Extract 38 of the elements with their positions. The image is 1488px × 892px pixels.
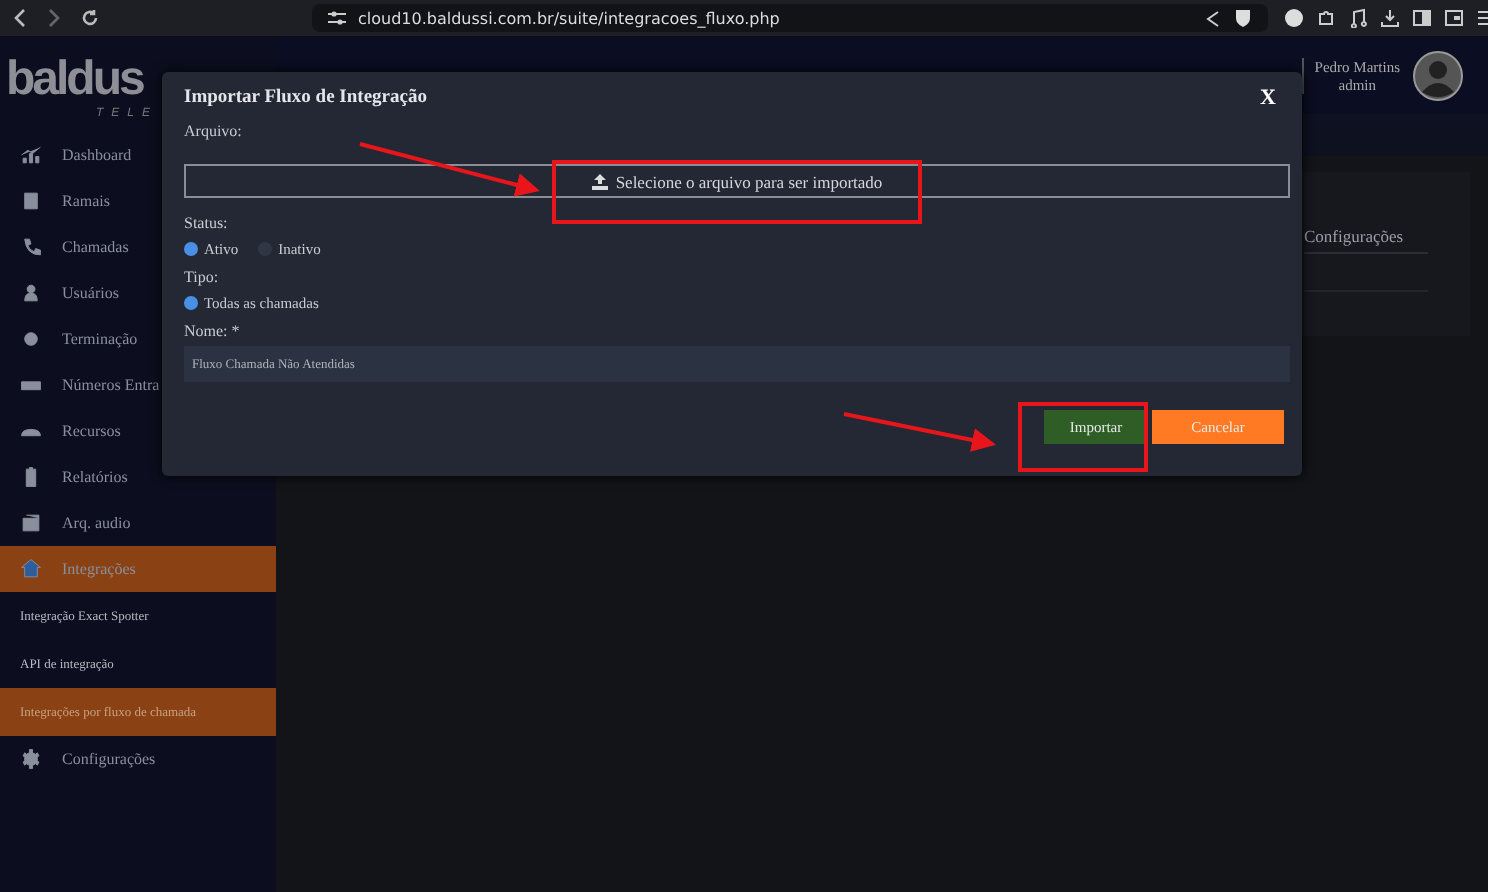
menu-item-icon [20, 144, 42, 166]
sidebar-icon[interactable] [1412, 8, 1432, 28]
menu-item-icon [20, 558, 42, 580]
highlight-frame [1018, 402, 1148, 472]
download-icon[interactable] [1380, 8, 1400, 28]
back-icon[interactable] [12, 8, 28, 28]
type-label: Tipo: [184, 268, 221, 288]
site-settings-icon[interactable] [328, 10, 346, 26]
music-icon[interactable] [1348, 8, 1368, 28]
status-label: Status: [184, 214, 230, 234]
wallet-icon[interactable] [1444, 8, 1464, 28]
menu-item-icon [20, 190, 42, 212]
menu-item-icon [20, 282, 42, 304]
logo-text: baldus [6, 52, 143, 107]
reload-icon[interactable] [80, 8, 100, 28]
dialog-title: Importar Fluxo de Integração [184, 88, 427, 108]
sidebar-item[interactable]: Configurações [0, 736, 276, 782]
address-bar[interactable]: cloud10.baldussi.com.br/suite/integracoes_fluxo.php [312, 4, 1268, 32]
shield-icon[interactable] [1234, 8, 1252, 28]
menu-item-icon [20, 512, 42, 534]
menu-item-icon [20, 466, 42, 488]
share-icon[interactable] [1204, 9, 1222, 27]
sidebar-item[interactable]: Relatórios [0, 454, 276, 500]
avatar-icon[interactable] [1412, 49, 1464, 101]
close-button[interactable]: X [1260, 86, 1288, 110]
url-text: cloud10.baldussi.com.br/suite/integracoes_fluxo.php [358, 9, 780, 27]
menu-item-icon [20, 328, 42, 350]
sidebar-item[interactable]: Arq. audio [0, 500, 276, 546]
forward-icon[interactable] [46, 8, 62, 28]
upload-icon [591, 173, 608, 189]
file-label: Arquivo: [184, 122, 244, 142]
menu-item-icon [20, 236, 42, 258]
extension-icon[interactable] [1284, 8, 1304, 28]
sidebar-item[interactable]: Recursos [0, 408, 276, 454]
menu-item-icon [20, 748, 42, 770]
name-label: Nome: * [184, 322, 242, 342]
panel-tab[interactable]: Configurações [1304, 226, 1428, 254]
file-select-button[interactable]: Selecione o arquivo para ser importado [184, 164, 1290, 198]
